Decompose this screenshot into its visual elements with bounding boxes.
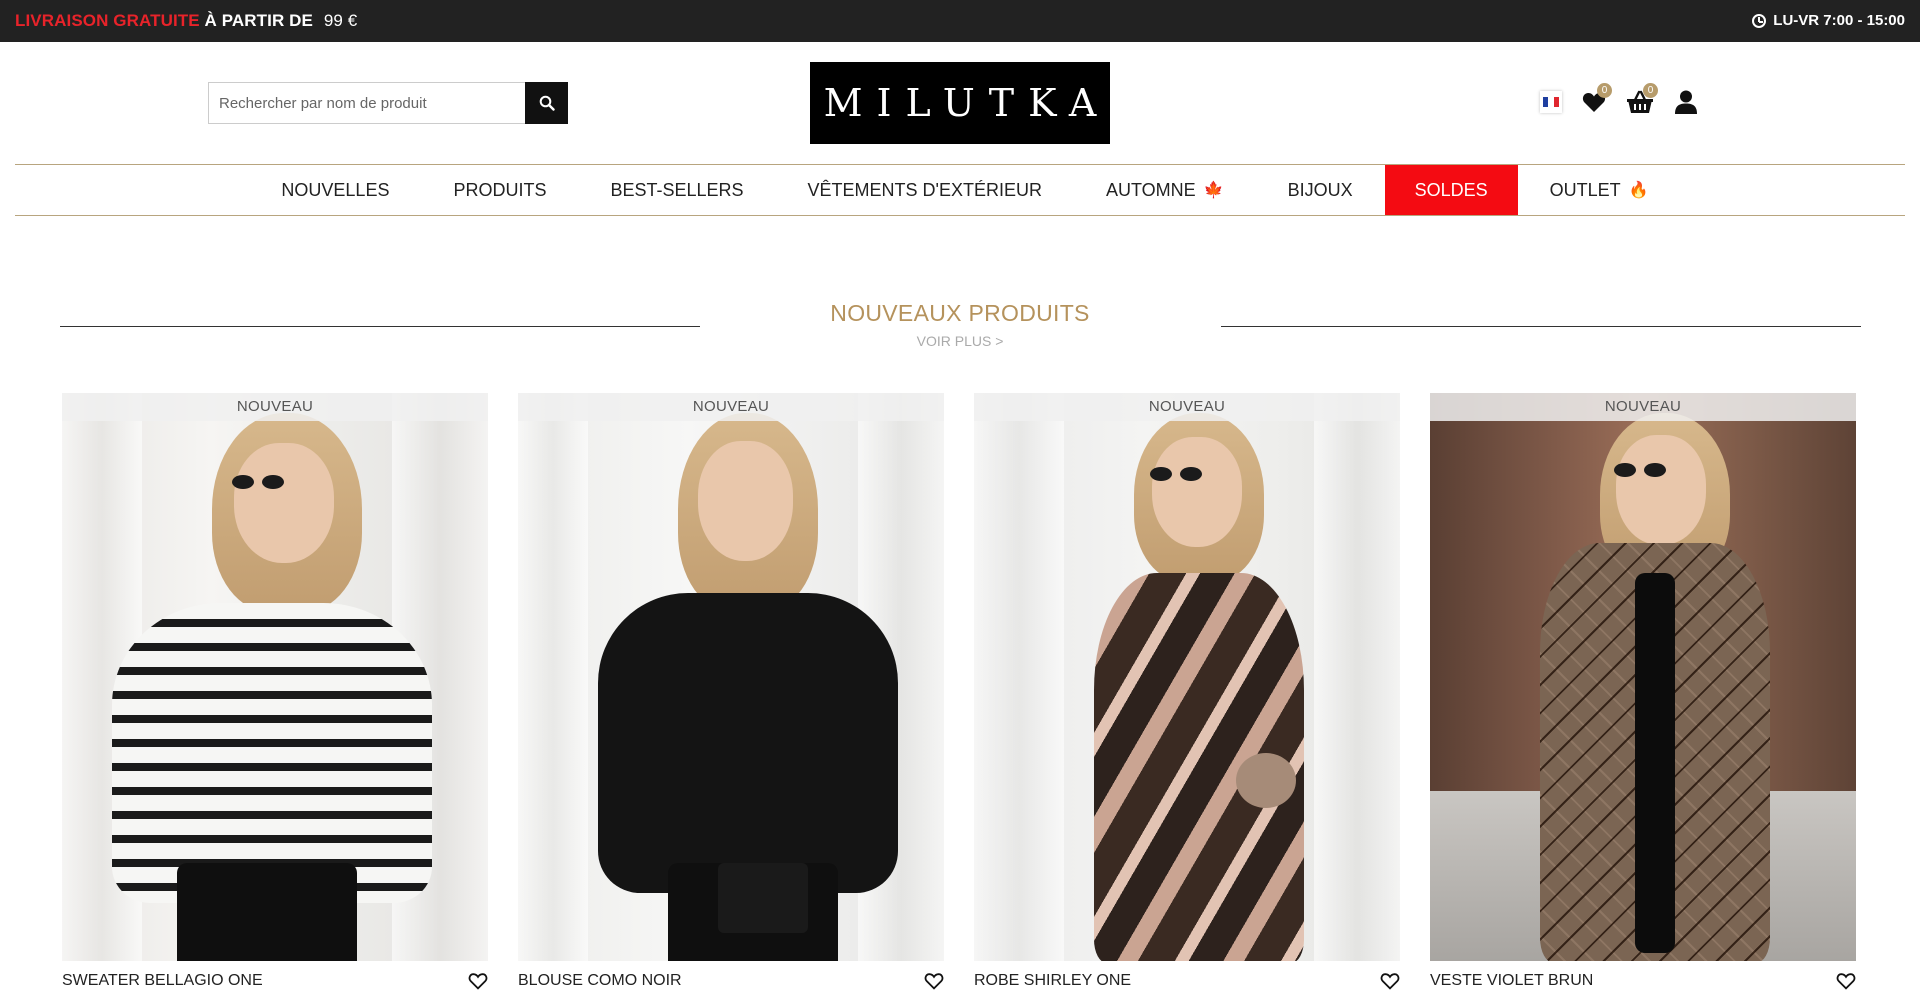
promo-text: À PARTIR DE [204, 11, 314, 30]
product-name[interactable]: ROBE SHIRLEY ONE [974, 972, 1131, 990]
nav-item-outlet[interactable]: OUTLET 🔥 [1518, 165, 1681, 215]
french-flag-icon [1543, 97, 1559, 107]
main-navigation: NOUVELLES PRODUITS BEST-SELLERS VÊTEMENT… [15, 164, 1905, 216]
language-selector[interactable] [1540, 91, 1562, 113]
new-badge: NOUVEAU [974, 393, 1400, 421]
product-grid: NOUVEAU SWEATER BELLAGIO ONE NOUVEAU BLO… [62, 393, 1856, 991]
nav-item-automne[interactable]: AUTOMNE 🍁 [1074, 165, 1256, 215]
hours-text: LU-VR 7:00 - 15:00 [1773, 12, 1905, 29]
header-actions: 0 0 [1540, 83, 1700, 116]
new-products-heading: NOUVEAUX PRODUITS VOIR PLUS > [0, 300, 1920, 349]
product-image[interactable]: NOUVEAU [62, 393, 488, 961]
clock-icon [1752, 13, 1767, 28]
product-card[interactable]: NOUVEAU BLOUSE COMO NOIR [518, 393, 944, 991]
logo-text: MILUTKA [823, 81, 1111, 125]
product-name[interactable]: BLOUSE COMO NOIR [518, 972, 682, 990]
product-name[interactable]: SWEATER BELLAGIO ONE [62, 972, 263, 990]
fire-icon: 🔥 [1628, 182, 1649, 199]
product-name[interactable]: VESTE VIOLET BRUN [1430, 972, 1593, 990]
heart-outline-icon[interactable] [924, 972, 944, 990]
heart-outline-icon[interactable] [1380, 972, 1400, 990]
heart-outline-icon[interactable] [468, 972, 488, 990]
free-shipping-promo: LIVRAISON GRATUITE À PARTIR DE 99 € [15, 11, 357, 31]
product-card[interactable]: NOUVEAU VESTE VIOLET BRUN [1430, 393, 1856, 991]
nav-label: OUTLET [1549, 179, 1621, 200]
heart-outline-icon[interactable] [1836, 972, 1856, 990]
product-image[interactable]: NOUVEAU [974, 393, 1400, 961]
new-badge: NOUVEAU [62, 393, 488, 421]
nav-item-vetements-exterieur[interactable]: VÊTEMENTS D'EXTÉRIEUR [776, 165, 1074, 215]
promo-price: 99 € [323, 11, 358, 30]
product-meta: VESTE VIOLET BRUN [1430, 971, 1856, 991]
divider-right [1221, 326, 1861, 327]
new-badge: NOUVEAU [518, 393, 944, 421]
site-logo[interactable]: MILUTKA [810, 62, 1110, 144]
nav-label: NOUVELLES [281, 179, 390, 200]
top-announcement-bar: LIVRAISON GRATUITE À PARTIR DE 99 € LU-V… [0, 0, 1920, 42]
nav-label: BIJOUX [1287, 179, 1353, 200]
promo-highlight: LIVRAISON GRATUITE [15, 11, 200, 30]
product-image[interactable]: NOUVEAU [518, 393, 944, 961]
product-image[interactable]: NOUVEAU [1430, 393, 1856, 961]
product-meta: BLOUSE COMO NOIR [518, 971, 944, 991]
opening-hours: LU-VR 7:00 - 15:00 [1752, 12, 1905, 29]
product-meta: SWEATER BELLAGIO ONE [62, 971, 488, 991]
nav-label: SOLDES [1414, 179, 1488, 200]
nav-item-produits[interactable]: PRODUITS [421, 165, 578, 215]
user-icon [1675, 90, 1697, 114]
nav-item-best-sellers[interactable]: BEST-SELLERS [578, 165, 775, 215]
account-button[interactable] [1672, 88, 1700, 116]
nav-label: BEST-SELLERS [610, 179, 744, 200]
nav-label: PRODUITS [453, 179, 547, 200]
maple-leaf-icon: 🍁 [1203, 182, 1224, 199]
search-input[interactable] [208, 82, 525, 124]
product-meta: ROBE SHIRLEY ONE [974, 971, 1400, 991]
see-more-link[interactable]: VOIR PLUS > [0, 333, 1920, 349]
nav-label: VÊTEMENTS D'EXTÉRIEUR [807, 179, 1042, 200]
wishlist-count-badge: 0 [1597, 83, 1612, 98]
wishlist-button[interactable]: 0 [1580, 83, 1612, 116]
search-icon [539, 95, 555, 111]
section-title: NOUVEAUX PRODUITS [830, 300, 1090, 326]
nav-item-nouvelles[interactable]: NOUVELLES [249, 165, 421, 215]
nav-item-bijoux[interactable]: BIJOUX [1256, 165, 1385, 215]
product-card[interactable]: NOUVEAU ROBE SHIRLEY ONE [974, 393, 1400, 991]
nav-item-soldes[interactable]: SOLDES [1384, 165, 1518, 215]
cart-count-badge: 0 [1643, 83, 1658, 98]
divider-left [60, 326, 700, 327]
cart-button[interactable]: 0 [1626, 83, 1658, 116]
search-form [208, 82, 568, 124]
new-badge: NOUVEAU [1430, 393, 1856, 421]
search-button[interactable] [525, 82, 568, 124]
nav-label: AUTOMNE [1106, 179, 1196, 200]
product-card[interactable]: NOUVEAU SWEATER BELLAGIO ONE [62, 393, 488, 991]
